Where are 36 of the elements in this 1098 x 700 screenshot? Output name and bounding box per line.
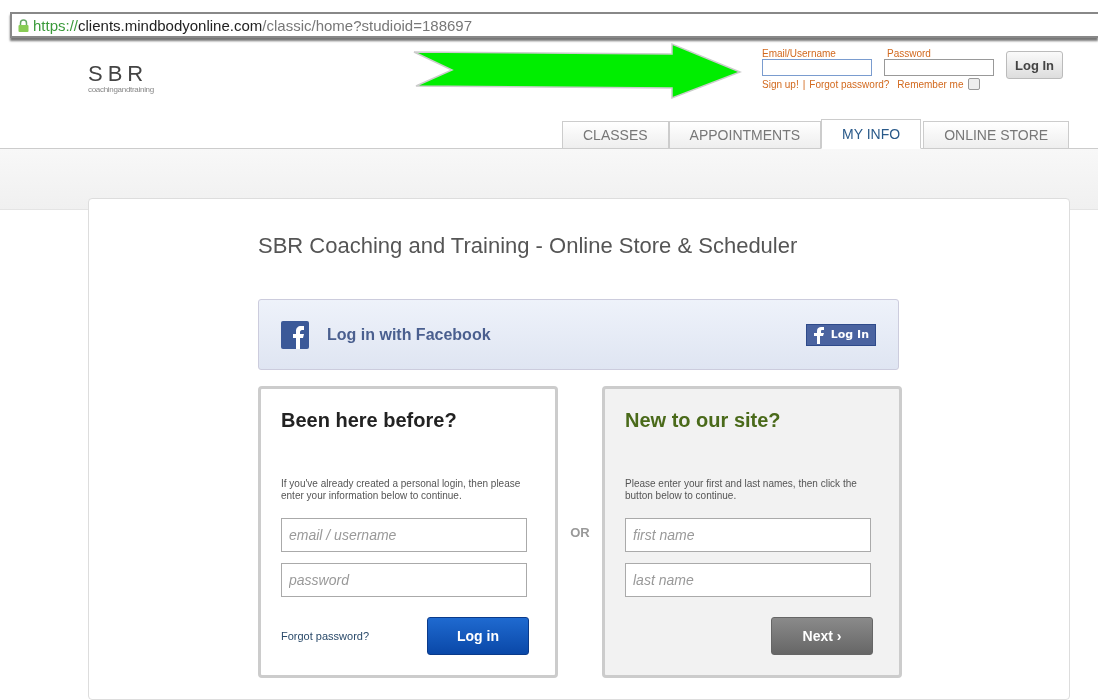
address-bar[interactable]: https://clients.mindbodyonline.com/classic/home?studioid=188697 xyxy=(10,12,1098,38)
logo-tagline: coachingandtraining xyxy=(88,85,155,94)
arrow-icon xyxy=(412,42,742,102)
input-field[interactable]: email / username xyxy=(281,518,527,552)
facebook-login-text: Log in with Facebook xyxy=(327,325,492,344)
email-label: Email/Username xyxy=(762,48,837,59)
separator: | xyxy=(802,78,806,90)
input-field[interactable]: first name xyxy=(625,518,871,552)
input-field[interactable]: password xyxy=(281,563,527,597)
nav-tab[interactable]: APPOINTMENTS xyxy=(668,121,822,149)
remember-checkbox[interactable] xyxy=(967,78,980,90)
padlock-icon xyxy=(18,18,29,32)
url-text: https://clients.mindbodyonline.com/classic/home?studioid=188697 xyxy=(33,16,473,34)
forgot-password-link[interactable]: Forgot password? xyxy=(809,78,890,90)
facebook-login-button[interactable]: Log In xyxy=(805,323,876,346)
signup-link[interactable]: Sign up! xyxy=(762,78,799,90)
forgot-password-link[interactable]: Forgot password? xyxy=(281,630,370,642)
nav-tab[interactable]: MY INFO xyxy=(821,119,922,149)
login-button[interactable]: Log in xyxy=(427,617,529,655)
remember-me-label: Remember me xyxy=(897,78,964,90)
logo-name: SBR xyxy=(88,63,150,85)
nav-tab[interactable]: ONLINE STORE xyxy=(923,121,1070,149)
or-text: OR xyxy=(569,524,591,540)
nav-tab[interactable]: CLASSES xyxy=(562,121,669,149)
panel-heading: Been here before? xyxy=(281,409,458,432)
password-label: Password xyxy=(887,48,932,59)
facebook-icon xyxy=(281,320,309,349)
page-title: SBR Coaching and Training - Online Store & Scheduler xyxy=(258,233,799,259)
panel-description: If you've already created a personal login, then please enter your information below to continue. xyxy=(281,478,522,502)
panel-description: Please enter your first and last names, then click the button below to continue. xyxy=(625,478,858,502)
input-field[interactable]: last name xyxy=(625,563,871,597)
login-button[interactable]: Log In xyxy=(1006,51,1063,79)
next-button[interactable]: Next › xyxy=(771,617,873,655)
panel-heading: New to our site? xyxy=(625,409,782,432)
email-field[interactable] xyxy=(762,59,872,76)
password-field[interactable] xyxy=(884,59,994,76)
